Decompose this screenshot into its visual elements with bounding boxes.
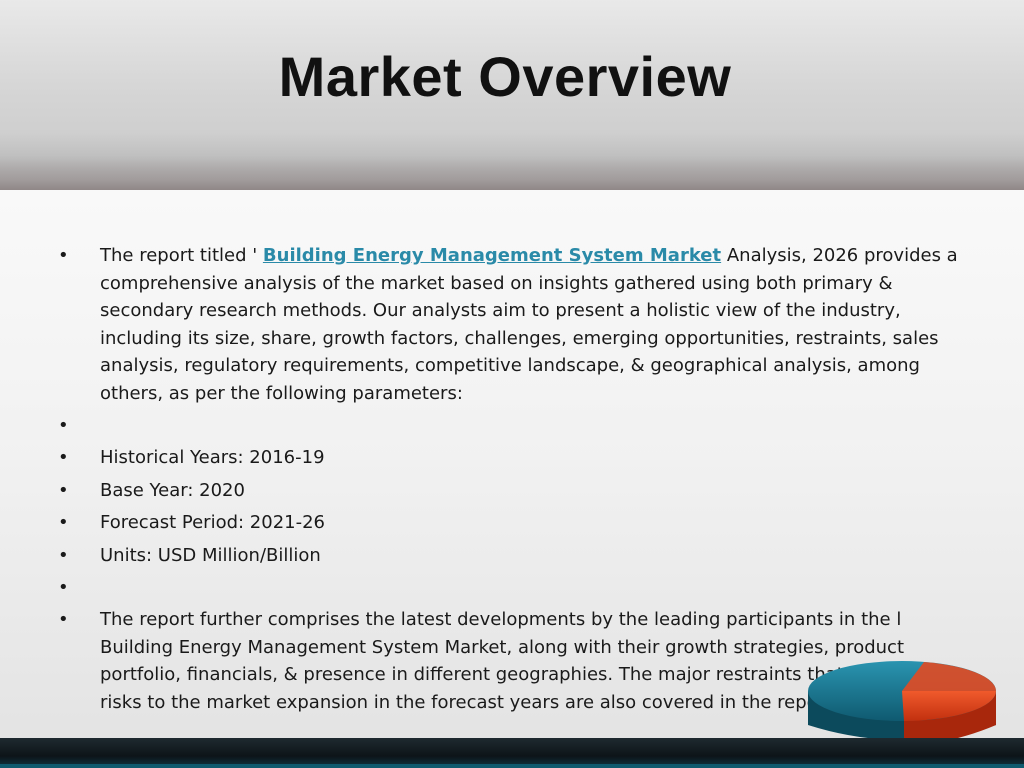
bullet-marker: • xyxy=(58,415,69,436)
report-link[interactable]: Building Energy Management System Market xyxy=(263,245,721,266)
bullet-marker: • xyxy=(58,609,69,630)
bullet-marker: • xyxy=(58,544,69,566)
decorative-pie-graphic xyxy=(808,661,996,743)
bullet-item-empty: • xyxy=(58,412,958,439)
parameter-base-year: Base Year: 2020 xyxy=(100,479,245,501)
bullet-marker: • xyxy=(58,245,69,266)
bullet-item-units: • Units: USD Million/Billion xyxy=(58,542,958,570)
parameter-forecast-period: Forecast Period: 2021-26 xyxy=(100,512,326,533)
bullet-item-empty: • xyxy=(58,574,958,601)
bullet-marker: • xyxy=(58,479,69,501)
intro-paragraph: The report titled ' Building Energy Mana… xyxy=(100,242,958,407)
bullet-marker: • xyxy=(58,577,69,598)
slide-title: Market Overview xyxy=(278,45,732,108)
bullet-item-base-year: • Base Year: 2020 xyxy=(58,477,958,505)
bullet-item-intro: • The report titled ' Building Energy Ma… xyxy=(58,242,958,407)
intro-suffix: Analysis, 2026 provides a comprehensive … xyxy=(100,245,958,404)
bullet-marker: • xyxy=(58,512,69,533)
footer-accent-line xyxy=(0,764,1024,768)
slide-body: • The report titled ' Building Energy Ma… xyxy=(58,242,958,721)
bullet-item-historical-years: • Historical Years: 2016-19 xyxy=(58,444,958,472)
slide-footer-bar xyxy=(0,738,1024,768)
intro-prefix: The report titled ' xyxy=(100,245,263,266)
parameter-units: Units: USD Million/Billion xyxy=(100,544,321,566)
bullet-marker: • xyxy=(58,447,69,468)
bullet-item-forecast-period: • Forecast Period: 2021-26 xyxy=(58,509,958,537)
parameter-historical-years: Historical Years: 2016-19 xyxy=(100,447,325,468)
slide-header: Market Overview xyxy=(0,0,1024,190)
